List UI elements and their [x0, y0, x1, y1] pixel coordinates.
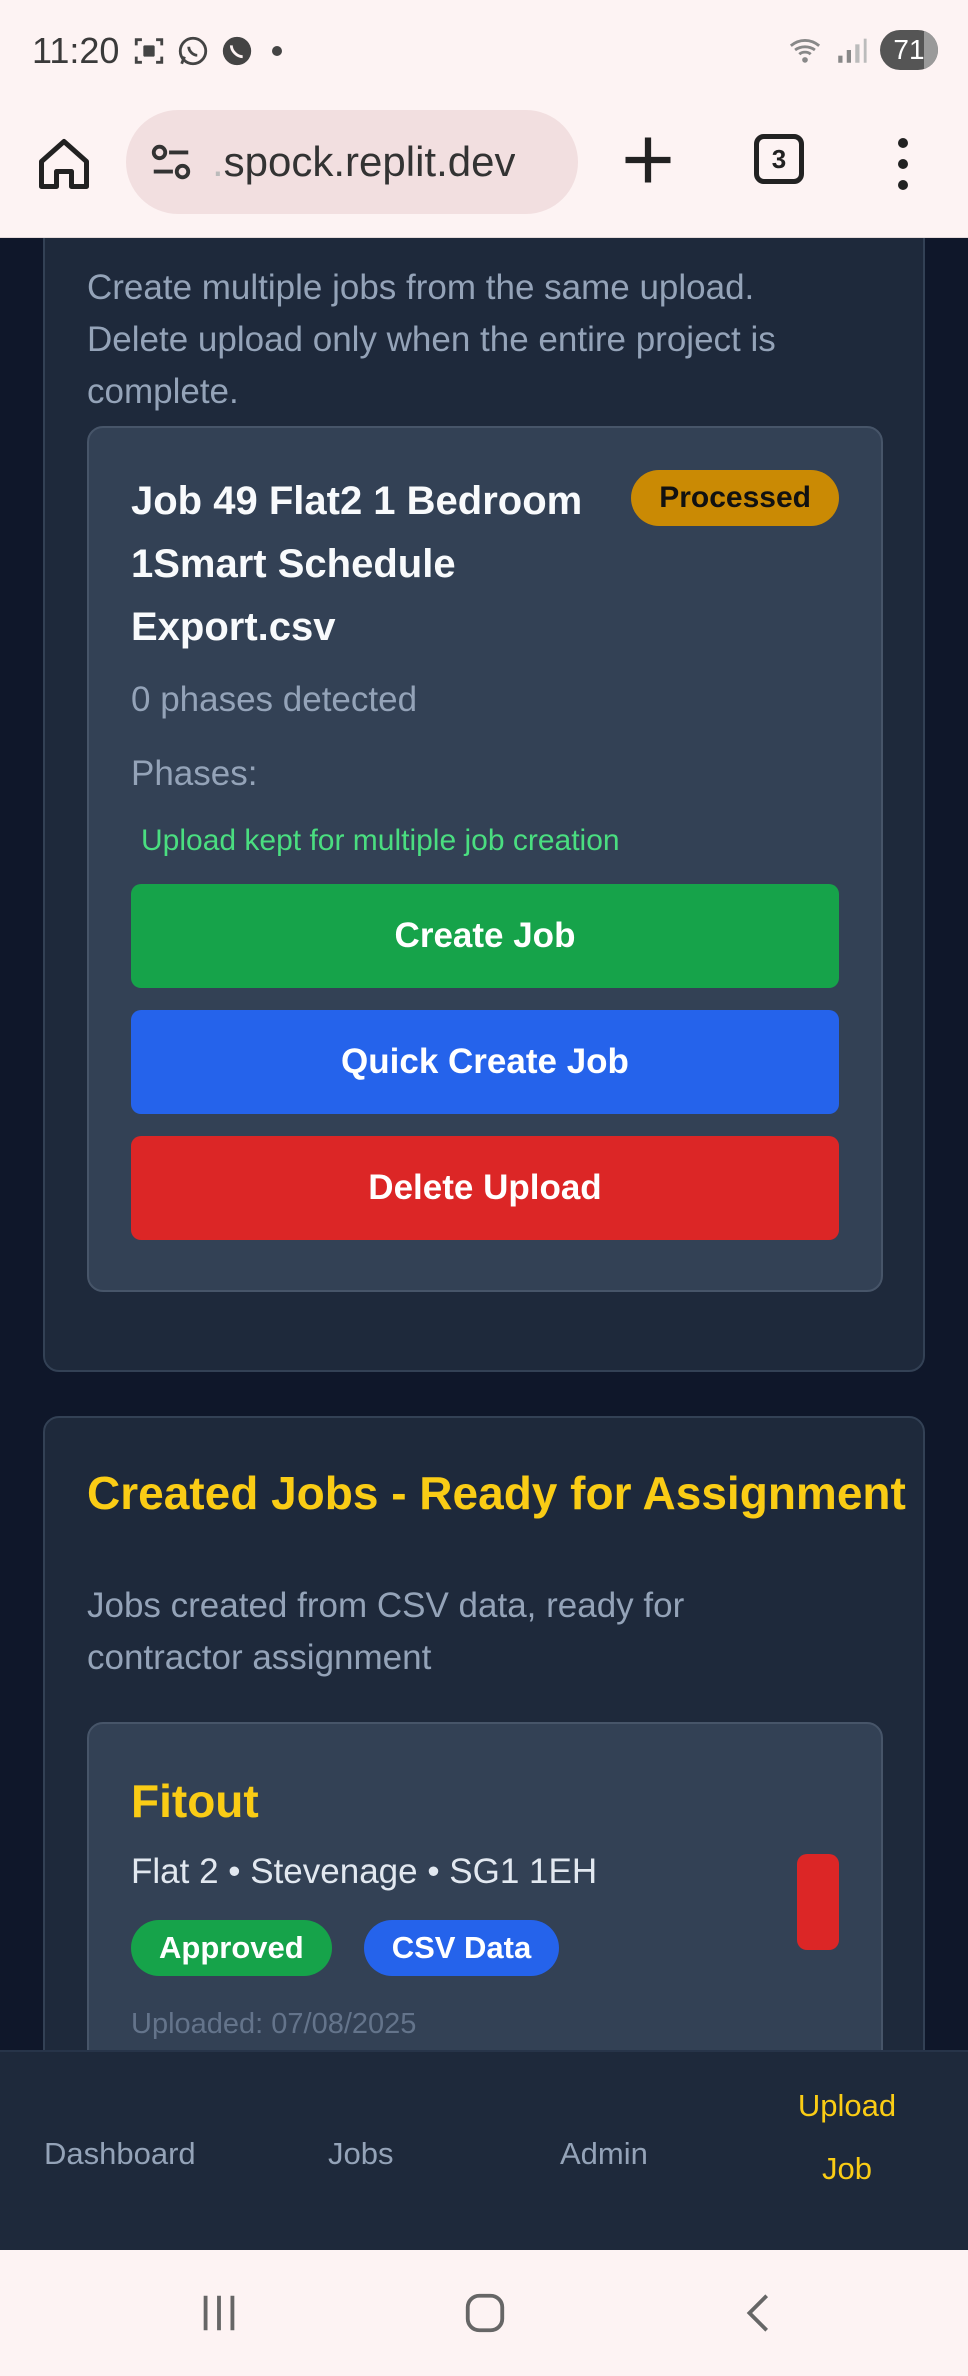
home-icon[interactable] [34, 134, 94, 194]
main-content[interactable]: Create multiple jobs from the same uploa… [0, 238, 968, 2050]
recent-apps-icon[interactable] [196, 2290, 242, 2336]
nav-upload-job[interactable]: Upload Job [790, 2074, 904, 2200]
upload-filename: Job 49 Flat2 1 Bedroom 1Smart Schedule E… [131, 479, 583, 649]
job-location: Flat 2 • Stevenage • SG1 1EH [131, 1852, 598, 1891]
section-description: Jobs created from CSV data, ready for co… [87, 1586, 685, 1677]
viber-icon [222, 36, 252, 66]
status-bar: 11:20 71 [0, 0, 968, 104]
upload-note: Upload kept for multiple job creation [141, 824, 620, 857]
battery-icon: 71 [880, 30, 938, 70]
status-time: 11:20 [32, 30, 120, 71]
job-name: Fitout [131, 1775, 259, 1827]
created-jobs-card: Created Jobs - Ready for Assignment Jobs… [43, 1416, 925, 2050]
upload-card: Create multiple jobs from the same uploa… [43, 238, 925, 1372]
battery-level: 71 [893, 34, 925, 65]
phases-label: Phases: [131, 754, 258, 793]
nav-jobs[interactable]: Jobs [328, 2136, 393, 2172]
create-job-button[interactable]: Create Job [131, 884, 839, 988]
nav-dashboard[interactable]: Dashboard [44, 2136, 196, 2172]
approved-badge: Approved [131, 1920, 332, 1976]
upload-description: Create multiple jobs from the same uploa… [87, 268, 776, 411]
job-badges: Approved CSV Data [131, 1920, 560, 1976]
section-title: Created Jobs - Ready for Assignment [87, 1467, 906, 1519]
notification-dot [272, 46, 282, 56]
nav-upload-job-line1: Upload [797, 2088, 897, 2123]
wifi-icon [789, 39, 821, 63]
status-badge: Processed [631, 470, 839, 526]
home-nav-icon[interactable] [462, 2290, 508, 2336]
delete-upload-button[interactable]: Delete Upload [131, 1136, 839, 1240]
tab-switcher-button[interactable]: 3 [754, 134, 804, 184]
nav-admin[interactable]: Admin [560, 2136, 648, 2172]
address-bar[interactable]: .spock.replit.dev [126, 110, 578, 214]
new-tab-icon[interactable] [618, 130, 678, 190]
url-prefix: . [212, 138, 224, 185]
uploaded-date: Uploaded: 07/08/2025 [131, 2008, 417, 2040]
upload-item: Job 49 Flat2 1 Bedroom 1Smart Schedule E… [87, 426, 883, 1292]
browser-toolbar: .spock.replit.dev 3 [0, 104, 968, 238]
screenshot-icon [134, 38, 164, 64]
quick-create-job-button[interactable]: Quick Create Job [131, 1010, 839, 1114]
url-text[interactable]: .spock.replit.dev [212, 138, 515, 186]
site-settings-icon[interactable] [148, 139, 194, 185]
system-icons: 71 [788, 30, 938, 70]
whatsapp-icon [178, 36, 208, 66]
back-icon[interactable] [736, 2290, 782, 2336]
phases-count: 0 phases detected [131, 680, 418, 719]
nav-upload-job-line2: Job [822, 2151, 872, 2186]
bottom-nav: Dashboard Jobs Admin Upload Job [0, 2050, 968, 2250]
signal-icon [838, 38, 867, 63]
system-nav-bar [0, 2250, 968, 2376]
job-action-button[interactable] [797, 1854, 839, 1950]
csv-data-badge: CSV Data [363, 1920, 560, 1976]
more-menu-icon[interactable] [888, 134, 918, 194]
url-host: spock.replit.dev [223, 138, 516, 185]
job-card[interactable]: Fitout Flat 2 • Stevenage • SG1 1EH Appr… [87, 1722, 883, 2050]
notification-icons [132, 34, 282, 68]
